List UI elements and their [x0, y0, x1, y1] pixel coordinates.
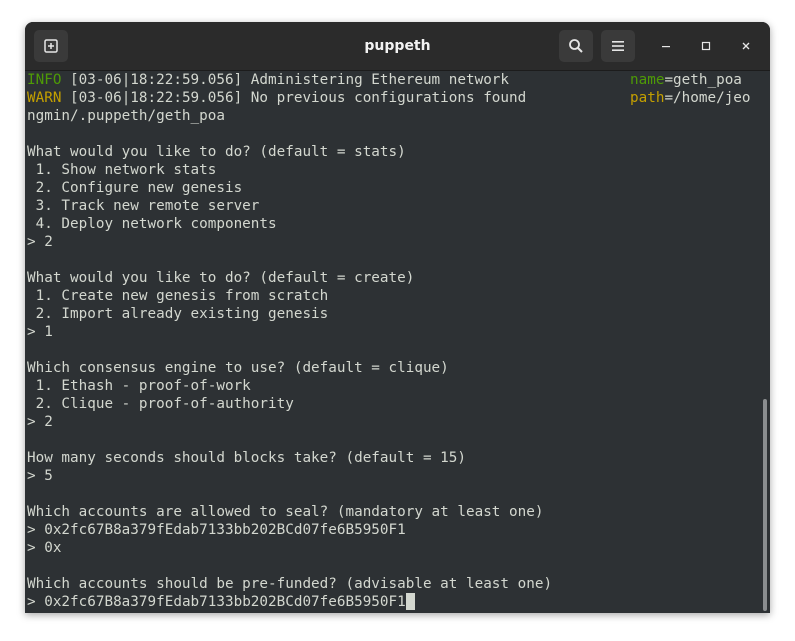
input-line[interactable]: > 0x2fc67B8a379fEdab7133bb202BCd07fe6B59…: [27, 593, 760, 611]
output-line: 4. Deploy network components: [27, 216, 277, 232]
log-context-key: path: [630, 90, 665, 106]
terminal-window: puppeth INFO [03-06|18:22:59.056] Admini…: [25, 22, 770, 613]
output-line: 2. Import already existing genesis: [27, 306, 329, 322]
maximize-button[interactable]: [694, 34, 718, 58]
log-line-info: INFO [03-06|18:22:59.056] Administering …: [27, 71, 760, 89]
input-prompt: >: [27, 594, 45, 610]
output-line: Which consensus engine to use? (default …: [27, 360, 449, 376]
output-line: > 2: [27, 234, 53, 250]
log-level-warn: WARN: [27, 90, 62, 106]
log-context-value: =/home/jeo: [664, 90, 751, 106]
output-line: What would you like to do? (default = cr…: [27, 270, 415, 286]
log-message: [03-06|18:22:59.056] No previous configu…: [61, 90, 527, 106]
output-line: > 5: [27, 468, 53, 484]
output-line: > 0x2fc67B8a379fEdab7133bb202BCd07fe6B59…: [27, 522, 406, 538]
hamburger-menu-icon: [612, 41, 624, 51]
maximize-icon: [701, 41, 711, 51]
output-line: 1. Ethash - proof-of-work: [27, 378, 251, 394]
output-line: 1. Show network stats: [27, 162, 217, 178]
scrollbar-thumb[interactable]: [763, 399, 767, 611]
log-context: path=/home/jeo: [630, 89, 751, 107]
output-line: 3. Track new remote server: [27, 198, 260, 214]
log-context: name=geth_poa: [630, 71, 742, 89]
output-line: Which accounts are allowed to seal? (man…: [27, 504, 544, 520]
output-line: > 0x: [27, 540, 62, 556]
minimize-icon: [662, 46, 670, 48]
search-icon: [569, 39, 583, 53]
output-line: 1. Create new genesis from scratch: [27, 288, 329, 304]
log-context-key: name: [630, 72, 665, 88]
output-line: How many seconds should blocks take? (de…: [27, 450, 466, 466]
close-icon: [742, 42, 750, 50]
log-line-warn: WARN [03-06|18:22:59.056] No previous co…: [27, 89, 760, 107]
scrollbar[interactable]: [760, 71, 770, 613]
title-bar: puppeth: [25, 22, 770, 71]
terminal-output[interactable]: INFO [03-06|18:22:59.056] Administering …: [25, 71, 760, 613]
text-cursor: [405, 593, 415, 610]
output-line: 2. Configure new genesis: [27, 180, 243, 196]
new-tab-button[interactable]: [34, 30, 68, 62]
search-button[interactable]: [559, 30, 593, 62]
log-context-value: =geth_poa: [664, 72, 742, 88]
output-line: What would you like to do? (default = st…: [27, 144, 406, 160]
output-line: 2. Clique - proof-of-authority: [27, 396, 294, 412]
close-button[interactable]: [734, 34, 758, 58]
menu-button[interactable]: [601, 30, 635, 62]
log-message: [03-06|18:22:59.056] Administering Ether…: [61, 72, 510, 88]
output-line: > 2: [27, 414, 53, 430]
output-line: Which accounts should be pre-funded? (ad…: [27, 576, 553, 592]
new-tab-icon: [44, 39, 58, 53]
output-line: ngmin/.puppeth/geth_poa: [27, 108, 225, 124]
minimize-button[interactable]: [654, 34, 678, 58]
log-level-info: INFO: [27, 72, 62, 88]
output-line: > 1: [27, 324, 53, 340]
input-value[interactable]: 0x2fc67B8a379fEdab7133bb202BCd07fe6B5950…: [44, 594, 406, 610]
